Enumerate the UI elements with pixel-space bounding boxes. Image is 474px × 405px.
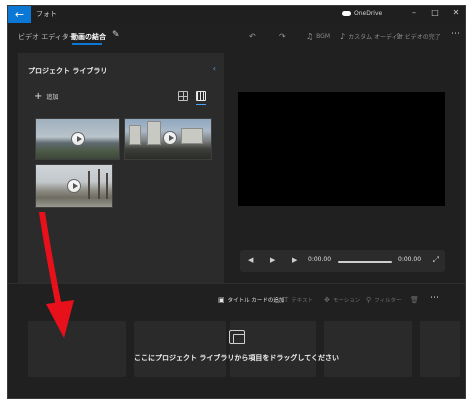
building-shape bbox=[129, 125, 141, 145]
onedrive-status[interactable]: OneDrive bbox=[342, 10, 382, 17]
back-arrow-icon: ← bbox=[14, 8, 25, 21]
storyboard-slot bbox=[420, 321, 460, 377]
play-icon bbox=[71, 132, 85, 146]
music-note-icon: ♫ bbox=[306, 32, 314, 41]
media-thumbnail[interactable] bbox=[35, 164, 113, 208]
title-bar: ← フォト OneDrive – □ ✕ bbox=[8, 6, 465, 23]
redo-button[interactable]: ↷ bbox=[279, 32, 286, 41]
add-media-button[interactable]: + 追加 bbox=[34, 90, 59, 102]
red-annotation-arrow bbox=[39, 212, 74, 338]
breadcrumb-separator-icon: › bbox=[64, 32, 67, 40]
undo-button[interactable]: ↶ bbox=[249, 32, 256, 41]
text-icon: T bbox=[284, 296, 289, 304]
tree-shape bbox=[88, 171, 90, 199]
finish-video-button[interactable]: ⇪ ビデオの完了 bbox=[395, 32, 441, 41]
onedrive-label: OneDrive bbox=[354, 10, 383, 17]
app-title: フォト bbox=[36, 10, 57, 18]
undo-icon: ↶ bbox=[249, 32, 256, 41]
storyboard-divider bbox=[8, 283, 465, 284]
drop-media-icon bbox=[229, 330, 245, 344]
view-selected-indicator bbox=[196, 104, 206, 105]
motion-label: モーション bbox=[332, 298, 361, 304]
storyboard-slot bbox=[324, 321, 412, 377]
grid-view-icon[interactable] bbox=[178, 91, 188, 101]
building-shape bbox=[181, 128, 203, 144]
play-icon bbox=[67, 179, 81, 193]
finish-video-label: ビデオの完了 bbox=[404, 34, 441, 41]
collapse-chevron-icon[interactable]: ‹ bbox=[213, 64, 216, 73]
photos-app-window: ← フォト OneDrive – □ ✕ ビデオ エディター › 動画の結合 ✎… bbox=[7, 5, 466, 399]
maximize-button[interactable]: □ bbox=[428, 8, 442, 17]
filter-icon: ⚲ bbox=[366, 296, 372, 304]
breadcrumb-active-indicator bbox=[72, 43, 102, 45]
trash-icon: 🗑 bbox=[410, 296, 419, 304]
redo-icon: ↷ bbox=[279, 32, 286, 41]
add-title-card-label: タイトル カードの追加 bbox=[227, 298, 285, 304]
current-time: 0:00.00 bbox=[308, 256, 332, 263]
playback-controls: ◀ ▶ ▶ 0:00.00 0:00.00 ⤢ bbox=[240, 250, 445, 272]
more-options-button[interactable]: ⋯ bbox=[451, 29, 460, 39]
add-media-label: 追加 bbox=[46, 94, 59, 101]
minimize-button[interactable]: – bbox=[407, 8, 421, 17]
breadcrumb-current-project[interactable]: 動画の結合 bbox=[71, 32, 106, 42]
rename-pencil-icon[interactable]: ✎ bbox=[112, 30, 120, 40]
title-card-icon: ▣ bbox=[218, 296, 225, 304]
video-preview[interactable] bbox=[238, 92, 445, 206]
storyboard-drop-hint: ここにプロジェクト ライブラリから項目をドラッグしてください bbox=[133, 354, 340, 362]
large-thumbnail-view-icon[interactable] bbox=[196, 91, 206, 101]
bgm-button[interactable]: ♫ BGM bbox=[306, 32, 330, 41]
plus-icon: + bbox=[34, 90, 43, 102]
tree-shape bbox=[106, 173, 108, 199]
audio-icon: ♪ bbox=[340, 32, 346, 41]
back-button[interactable]: ← bbox=[8, 6, 31, 23]
motion-icon: ✥ bbox=[324, 296, 330, 304]
media-thumbnail[interactable] bbox=[35, 118, 120, 160]
total-time: 0:00.00 bbox=[398, 256, 422, 263]
storyboard-slot bbox=[134, 321, 226, 377]
skip-forward-icon[interactable]: ▶ bbox=[292, 256, 297, 264]
play-button-icon[interactable]: ▶ bbox=[270, 256, 275, 264]
media-thumbnail[interactable] bbox=[124, 118, 212, 160]
motion-button[interactable]: ✥ モーション bbox=[324, 296, 360, 304]
building-shape bbox=[147, 121, 161, 145]
skip-back-icon[interactable]: ◀ bbox=[248, 256, 253, 264]
bgm-label: BGM bbox=[316, 33, 331, 40]
text-button[interactable]: T テキスト bbox=[284, 296, 313, 304]
storyboard-more-button[interactable]: ⋯ bbox=[430, 293, 439, 303]
tree-shape bbox=[98, 169, 100, 199]
breadcrumb-video-editor[interactable]: ビデオ エディター bbox=[18, 32, 76, 42]
text-label: テキスト bbox=[291, 298, 314, 304]
play-icon bbox=[163, 131, 177, 145]
project-library-title: プロジェクト ライブラリ bbox=[28, 67, 108, 75]
close-button[interactable]: ✕ bbox=[449, 8, 463, 17]
cloud-icon bbox=[342, 11, 351, 16]
export-icon: ⇪ bbox=[395, 32, 402, 41]
filter-button[interactable]: ⚲ フィルター bbox=[366, 296, 402, 304]
delete-button[interactable]: 🗑 bbox=[410, 296, 419, 304]
fullscreen-icon[interactable]: ⤢ bbox=[433, 255, 439, 265]
filter-label: フィルター bbox=[374, 298, 402, 304]
editor-toolbar: ビデオ エディター › 動画の結合 ✎ ↶ ↷ ♫ BGM ♪ カスタム オーデ… bbox=[8, 23, 465, 50]
add-title-card-button[interactable]: ▣ タイトル カードの追加 bbox=[218, 296, 284, 304]
seek-bar[interactable] bbox=[338, 261, 392, 263]
